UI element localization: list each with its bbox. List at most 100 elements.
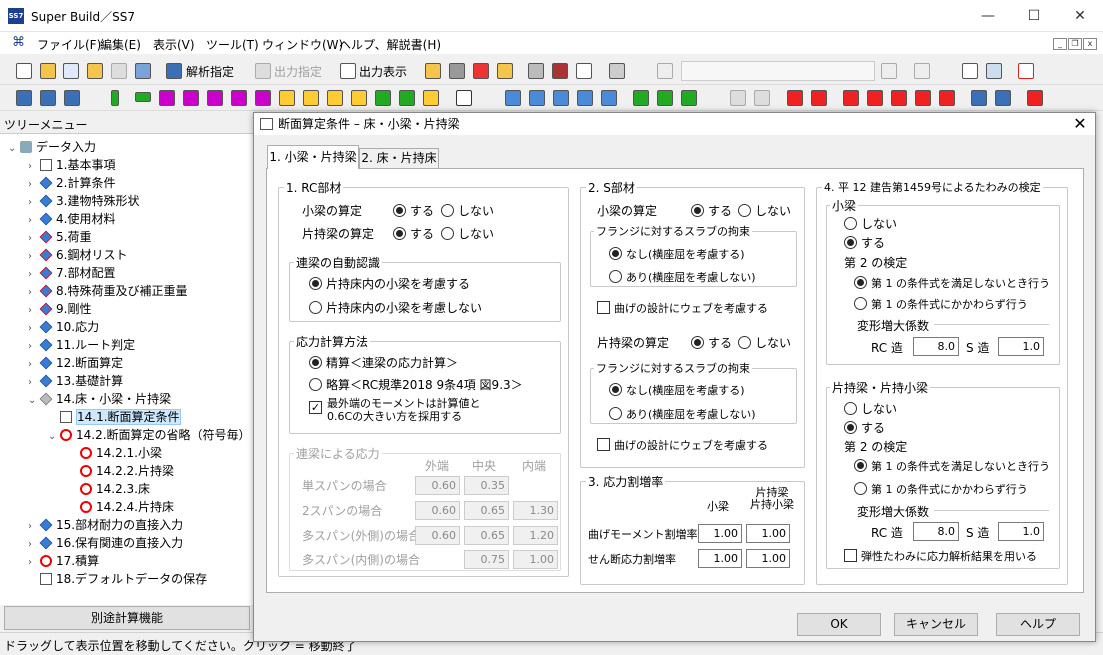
print-icon[interactable]: [528, 63, 544, 79]
grid-table-icon[interactable]: [456, 90, 472, 106]
slab-icon[interactable]: [231, 90, 247, 106]
rc-small-beam-no[interactable]: しない: [441, 202, 494, 219]
window-icon[interactable]: [962, 63, 978, 79]
link-disabled-icon[interactable]: [754, 90, 770, 106]
load-left-icon[interactable]: [939, 90, 955, 106]
tree-item-9[interactable]: › 9.剛性: [0, 300, 255, 318]
tree-item-2[interactable]: › 2.計算条件: [0, 174, 255, 192]
output-spec-icon[interactable]: [255, 63, 271, 79]
tab-beam-cantilever[interactable]: 1. 小梁・片持梁: [267, 145, 359, 169]
outer-moment-checkbox[interactable]: ✓: [309, 398, 326, 414]
menu-window[interactable]: ウィンドウ(W): [262, 36, 343, 53]
opening-icon[interactable]: [207, 90, 223, 106]
row-multi-outer-inner[interactable]: 1.20: [513, 526, 558, 545]
tree-item-data-input[interactable]: ⌄ データ入力: [0, 138, 255, 156]
tree-item-12[interactable]: › 12.断面算定: [0, 354, 255, 372]
load-icon[interactable]: [303, 90, 319, 106]
row-two-outer[interactable]: 0.60: [415, 501, 460, 520]
s-flange2-none[interactable]: なし(横座屈を考慮する): [609, 382, 745, 398]
row-single-center[interactable]: 0.35: [464, 476, 509, 495]
load-right-icon[interactable]: [891, 90, 907, 106]
help-button[interactable]: ヘルプ: [996, 613, 1080, 636]
deflect-small-no[interactable]: しない: [844, 215, 897, 232]
mdi-restore-icon[interactable]: ❐: [1068, 38, 1082, 50]
analysis-icon[interactable]: [166, 63, 182, 79]
tree-item-14-2-4[interactable]: 14.2.4.片持床: [0, 498, 255, 516]
tree-item-4[interactable]: › 4.使用材料: [0, 210, 255, 228]
paste-icon[interactable]: [449, 63, 465, 79]
slab2-icon[interactable]: [255, 90, 271, 106]
folder-lock-icon[interactable]: [87, 63, 103, 79]
table-icon[interactable]: [1018, 63, 1034, 79]
s-web-checkbox-1[interactable]: 曲げの設計にウェブを考慮する: [597, 300, 768, 316]
stress-opt-approx[interactable]: 略算＜RC規準2018 9条4項 図9.3＞: [309, 376, 523, 393]
s-flange1-none[interactable]: なし(横座屈を考慮する): [609, 246, 745, 262]
s-web-checkbox-2[interactable]: 曲げの設計にウェブを考慮する: [597, 437, 768, 453]
grid-open-icon[interactable]: [63, 63, 79, 79]
grid-app-icon[interactable]: ⌘: [12, 36, 26, 50]
open-folder-icon[interactable]: [40, 63, 56, 79]
ratio-shear-small[interactable]: 1.00: [698, 549, 742, 568]
rc-small-beam-yes[interactable]: する: [393, 202, 434, 219]
ok-button[interactable]: OK: [797, 613, 881, 636]
floor-icon[interactable]: [64, 90, 80, 106]
output-view-icon[interactable]: [340, 63, 356, 79]
stress-opt-exact[interactable]: 精算＜連梁の応力計算＞: [309, 354, 458, 371]
tree-item-5[interactable]: › 5.荷重: [0, 228, 255, 246]
tree-item-14[interactable]: ⌄ 14.床・小梁・片持梁: [0, 390, 255, 408]
menu-edit[interactable]: 編集(E): [100, 36, 141, 53]
spring-icon[interactable]: [995, 90, 1011, 106]
stamp-icon[interactable]: [497, 63, 513, 79]
load-moment-icon[interactable]: [843, 90, 859, 106]
tree-item-8[interactable]: › 8.特殊荷重及び補正重量: [0, 282, 255, 300]
measure-icon[interactable]: [505, 90, 521, 106]
tree-item-14-1[interactable]: 14.1.断面算定条件: [0, 408, 255, 426]
load-down-icon[interactable]: [787, 90, 803, 106]
ratio-bending-cant[interactable]: 1.00: [746, 524, 790, 543]
deflect-small-opt1[interactable]: 第 1 の条件式を満足しないとき行う: [854, 275, 1050, 291]
deflect-cant-rc-input[interactable]: 8.0: [913, 522, 959, 541]
tree-item-10[interactable]: › 10.応力: [0, 318, 255, 336]
mdi-minimize-icon[interactable]: _: [1053, 38, 1067, 50]
rc-cantilever-yes[interactable]: する: [393, 225, 434, 242]
frame-icon[interactable]: [16, 90, 32, 106]
deflect-small-s-input[interactable]: 1.0: [998, 337, 1044, 356]
deflect-small-yes[interactable]: する: [844, 234, 885, 251]
save-as-icon[interactable]: [135, 63, 151, 79]
output-spec-button[interactable]: 出力指定: [274, 63, 322, 80]
cancel-button[interactable]: キャンセル: [894, 613, 978, 636]
s-small-beam-no[interactable]: しない: [738, 202, 791, 219]
save-icon[interactable]: [111, 63, 127, 79]
rotate-icon[interactable]: [577, 90, 593, 106]
row-multi-outer-outer[interactable]: 0.60: [415, 526, 460, 545]
mail-icon[interactable]: [327, 90, 343, 106]
window2-icon[interactable]: [986, 63, 1002, 79]
minimize-button[interactable]: —: [965, 0, 1011, 32]
tree-item-14-2-3[interactable]: 14.2.3.床: [0, 480, 255, 498]
node-icon[interactable]: [553, 90, 569, 106]
ratio-bending-small[interactable]: 1.00: [698, 524, 742, 543]
maximize-button[interactable]: ☐: [1011, 0, 1057, 32]
analysis-spec-button[interactable]: 解析指定: [186, 63, 234, 80]
new-file-icon[interactable]: [16, 63, 32, 79]
tab-slab-cantilever[interactable]: 2. 床・片持床: [359, 148, 439, 168]
menu-view[interactable]: 表示(V): [153, 36, 195, 53]
dropdown-tool-icon[interactable]: [609, 63, 625, 79]
house-icon[interactable]: [730, 90, 746, 106]
redo-icon[interactable]: [881, 63, 897, 79]
cant4-icon[interactable]: [423, 90, 439, 106]
print-setup-icon[interactable]: [576, 63, 592, 79]
delete-icon[interactable]: [914, 63, 930, 79]
menu-help[interactable]: ヘルプ、解説書(H): [339, 36, 441, 53]
s-small-beam-yes[interactable]: する: [691, 202, 732, 219]
tree-item-18[interactable]: 18.デフォルトデータの保存: [0, 570, 255, 588]
dim-icon[interactable]: [529, 90, 545, 106]
tree-item-16[interactable]: › 16.保有関連の直接入力: [0, 534, 255, 552]
beam-icon[interactable]: [135, 92, 151, 102]
list-icon[interactable]: [473, 63, 489, 79]
s-cantilever-no[interactable]: しない: [738, 334, 791, 351]
deflect-small-rc-input[interactable]: 8.0: [913, 337, 959, 356]
tree-item-11[interactable]: › 11.ルート判定: [0, 336, 255, 354]
deflect-cant-yes[interactable]: する: [844, 419, 885, 436]
tree-item-1[interactable]: › 1.基本事項: [0, 156, 255, 174]
